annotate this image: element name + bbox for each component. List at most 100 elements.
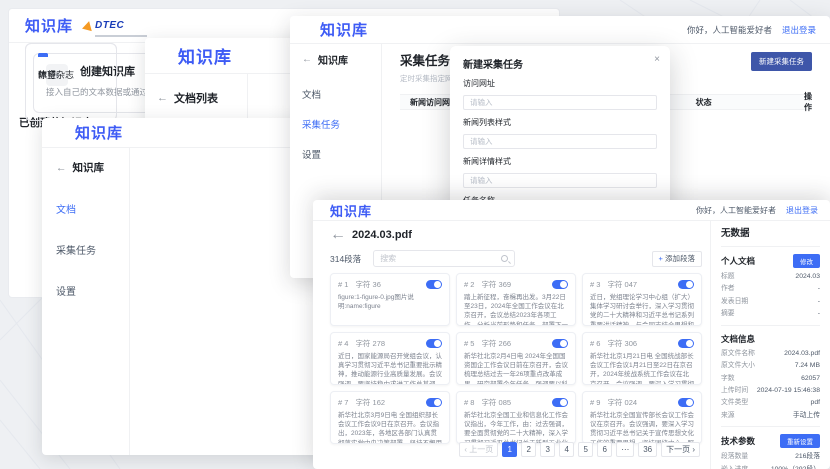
- sidebar-item[interactable]: 采集任务: [56, 242, 115, 257]
- field-input[interactable]: [463, 173, 657, 188]
- chunk-enabled-toggle[interactable]: [552, 280, 568, 289]
- back-nav[interactable]: ← 知识库: [302, 52, 369, 67]
- sidebar-item[interactable]: 设置: [302, 147, 369, 161]
- back-nav[interactable]: ← 知识库: [56, 160, 115, 175]
- page-button[interactable]: 2: [521, 442, 536, 457]
- chunk-card[interactable]: # 4 字符 278 近日，国家能源局召开党组会议，认真学习贯彻习近平总书记重要…: [330, 332, 450, 385]
- page-button[interactable]: 1: [502, 442, 517, 457]
- chunk-char-count: 字符 266: [481, 338, 511, 349]
- chunk-enabled-toggle[interactable]: [426, 280, 442, 289]
- sidebar-menu: 文档 采集任务 设置: [56, 201, 115, 298]
- logout-link[interactable]: 退出登录: [782, 24, 816, 36]
- chunk-enabled-toggle[interactable]: [678, 280, 694, 289]
- chunk-card[interactable]: # 2 字符 369 踏上新征程，奋楫再出发。3月22日至23日，2024年全国…: [456, 273, 576, 326]
- sidebar-item[interactable]: 文档: [56, 201, 115, 216]
- meta-row: 原文件大小 7.24 MB: [721, 361, 820, 371]
- next-page-button[interactable]: 下一页 ›: [661, 442, 700, 457]
- page-button[interactable]: 5: [578, 442, 593, 457]
- app-logo: 知识库: [75, 122, 123, 143]
- paragraph-count: 314段落: [330, 253, 361, 265]
- chunk-card[interactable]: # 8 字符 085 新华社北京全国工业和信息化工作会议指出，今年工作，由：过去…: [456, 391, 576, 444]
- edit-metadata-button[interactable]: 修改: [793, 254, 820, 268]
- chunk-id: # 9: [590, 398, 600, 407]
- meta-value: pdf: [811, 398, 820, 408]
- meta-value: -: [818, 284, 820, 294]
- chunk-text: 新华社北京全国工业和信息化工作会议指出，今年工作，由：过去强调，要全面贯彻党的二…: [464, 411, 568, 444]
- dtec-logo-text: DTEC: [95, 20, 124, 31]
- kb-card-name: 瞭望杂志: [38, 68, 104, 81]
- meta-value: -: [818, 309, 820, 319]
- chunk-text: 新华社北京3月9日电 全国组织部长会议工作会议9日在京召开。会议指出，2023年…: [338, 411, 442, 444]
- chunk-card[interactable]: # 6 字符 306 新华社北京1月21日电 全国统战部长会议工作会议1月21日…: [582, 332, 702, 385]
- page-button[interactable]: 3: [540, 442, 555, 457]
- back-arrow-icon: ←: [56, 162, 67, 174]
- meta-label: 段落数量: [721, 452, 748, 462]
- new-task-button[interactable]: 新建采集任务: [751, 52, 812, 71]
- meta-label: 字数: [721, 374, 735, 384]
- chunk-text: 踏上新征程，奋楫再出发。3月22日至23日，2024年全国工作会议在北京召开，会…: [464, 293, 568, 326]
- chunk-card[interactable]: # 5 字符 266 新华社北京2月4日电 2024年全国国资国企工作会议日前在…: [456, 332, 576, 385]
- doc-main: ← 2024.03.pdf 314段落 + 添加段落 # 1 字符 36: [313, 221, 710, 469]
- chunk-card[interactable]: # 1 字符 36 figure:1-figure-0.jpg图片说明:name…: [330, 273, 450, 326]
- app-logo: 知识库: [330, 201, 372, 220]
- metadata-panel: 无数据 个人文档 修改 标题 2024.03 作者 -: [710, 221, 830, 469]
- chunk-enabled-toggle[interactable]: [678, 398, 694, 407]
- sidebar-item[interactable]: 文档: [302, 87, 369, 101]
- desktop-stage: 知识库 DTEC + 创建知识库 接入自己的文本数据或通过 Webhook 实时…: [0, 0, 830, 469]
- dtec-triangle-icon: [82, 20, 94, 31]
- dtec-logo: DTEC: [83, 15, 147, 37]
- meta-row: 上传时间 2024-07-19 15:46:38: [721, 386, 820, 396]
- chunk-enabled-toggle[interactable]: [552, 398, 568, 407]
- chunk-enabled-toggle[interactable]: [552, 339, 568, 348]
- meta-value: 2024-07-19 15:46:38: [757, 386, 820, 396]
- logout-link[interactable]: 退出登录: [786, 205, 818, 216]
- tasks-header: 知识库 你好，人工智能爱好者 退出登录: [290, 16, 830, 44]
- sidebar-item[interactable]: 设置: [56, 283, 115, 298]
- chunk-card[interactable]: # 7 字符 162 新华社北京3月9日电 全国组织部长会议工作会议9日在京召开…: [330, 391, 450, 444]
- meta-label: 文件类型: [721, 398, 748, 408]
- meta-label: 来源: [721, 411, 735, 421]
- form-field: 访问网址: [463, 78, 657, 110]
- chunk-char-count: 字符 162: [355, 397, 385, 408]
- dtec-tagline: [95, 35, 147, 37]
- back-label: 知识库: [73, 160, 105, 175]
- plus-icon: +: [659, 254, 663, 263]
- field-input[interactable]: [463, 95, 657, 110]
- sidebar-item[interactable]: 采集任务: [302, 117, 369, 131]
- chunk-char-count: 字符 085: [481, 397, 511, 408]
- meta-row: 段落数量 216段落: [721, 452, 820, 462]
- meta-row: 字数 62057: [721, 374, 820, 384]
- meta-label: 原文件大小: [721, 361, 755, 371]
- chunk-id: # 8: [464, 398, 474, 407]
- close-icon[interactable]: ×: [654, 54, 660, 65]
- chunk-enabled-toggle[interactable]: [678, 339, 694, 348]
- prev-page-button[interactable]: ‹ 上一页: [459, 442, 498, 457]
- chunk-enabled-toggle[interactable]: [426, 339, 442, 348]
- pagination: ‹ 上一页 1 2 3 4 5 6 ⋯: [459, 442, 700, 457]
- add-paragraph-button[interactable]: + 添加段落: [652, 251, 702, 267]
- chunk-card[interactable]: # 9 字符 024 新华社北京全国宣传部长会议工作会议在京召开。会议强调，要深…: [582, 391, 702, 444]
- col-status: 状态: [696, 97, 804, 108]
- page-button[interactable]: ⋯: [616, 442, 634, 457]
- back-nav[interactable]: ← 文档列表: [157, 90, 235, 106]
- chunk-card[interactable]: # 3 字符 047 近日，党组理论学习中心组（扩大）集体学习研讨会举行，深入学…: [582, 273, 702, 326]
- search-input[interactable]: [380, 254, 501, 263]
- chunk-char-count: 字符 047: [607, 279, 637, 290]
- chunk-id: # 3: [590, 280, 600, 289]
- chunk-enabled-toggle[interactable]: [426, 398, 442, 407]
- chunk-text: 近日，党组理论学习中心组（扩大）集体学习研讨会举行，深入学习贯彻党的二十大精神和…: [590, 293, 694, 326]
- page-button[interactable]: 4: [559, 442, 574, 457]
- page-button[interactable]: 36: [638, 442, 657, 457]
- page-button[interactable]: 6: [597, 442, 612, 457]
- field-input[interactable]: [463, 134, 657, 149]
- form-field: 新闻详情样式: [463, 156, 657, 188]
- back-label: 知识库: [318, 52, 348, 67]
- metadata-empty-text: 无数据: [721, 225, 820, 247]
- reset-settings-button[interactable]: 重新设置: [780, 434, 820, 448]
- sidebar-menu: 文档 采集任务 设置: [302, 87, 369, 161]
- chunk-id: # 7: [338, 398, 348, 407]
- meta-value: 100%（292段）: [771, 465, 820, 469]
- meta-value: -: [818, 297, 820, 307]
- kb-card[interactable]: 瞭望杂志: [25, 43, 117, 121]
- back-arrow-icon[interactable]: ←: [330, 226, 346, 244]
